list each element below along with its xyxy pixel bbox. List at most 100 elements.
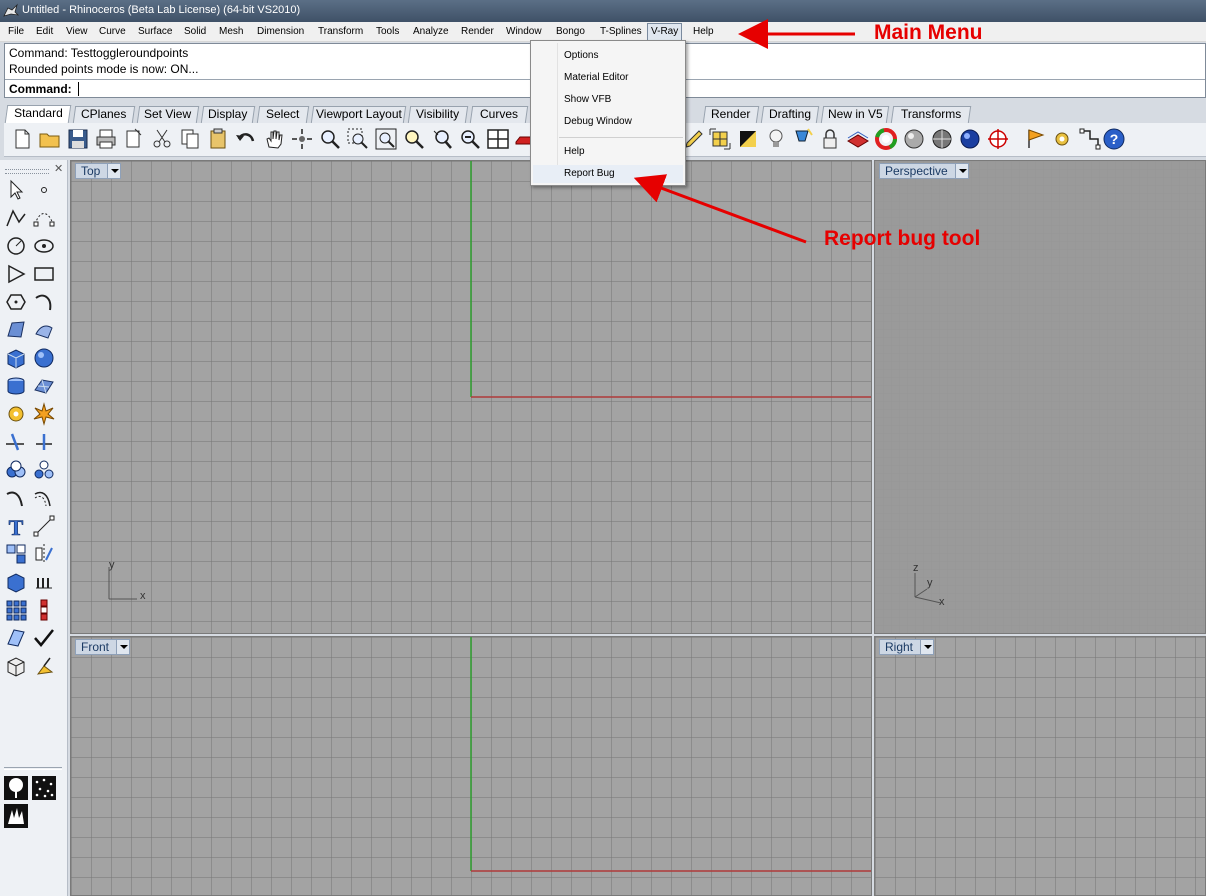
zoom-icon[interactable] xyxy=(318,127,342,151)
rectangle-icon[interactable] xyxy=(32,262,56,286)
block-icon[interactable] xyxy=(4,542,28,566)
ellipse-icon[interactable] xyxy=(32,234,56,258)
tab-drafting[interactable]: Drafting xyxy=(760,106,820,123)
point-icon[interactable] xyxy=(32,178,56,202)
mirror-icon[interactable] xyxy=(32,542,56,566)
new-file-icon[interactable] xyxy=(10,127,34,151)
menu-view[interactable]: View xyxy=(64,25,90,39)
pan-hand-icon[interactable] xyxy=(262,127,286,151)
settings-gear-icon[interactable] xyxy=(1050,127,1074,151)
tab-set-view[interactable]: Set View xyxy=(136,106,200,123)
tree-icon[interactable] xyxy=(4,776,28,800)
paste-icon[interactable] xyxy=(206,127,230,151)
shaded-sphere-icon[interactable] xyxy=(902,127,926,151)
zoom-out-icon[interactable] xyxy=(458,127,482,151)
hexagon-icon[interactable] xyxy=(4,290,28,314)
boolean-gear-icon[interactable] xyxy=(4,402,28,426)
solid-box-icon[interactable] xyxy=(4,570,28,594)
tab-new-in-v5[interactable]: New in V5 xyxy=(820,106,890,123)
menu-file[interactable]: File xyxy=(6,25,26,39)
viewport-right[interactable]: Right xyxy=(874,636,1206,896)
properties-icon[interactable] xyxy=(122,127,146,151)
tab-transforms[interactable]: Transforms xyxy=(890,106,972,123)
control-point-curve-icon[interactable] xyxy=(32,206,56,230)
menu-analyze[interactable]: Analyze xyxy=(411,25,451,39)
menu-dimension[interactable]: Dimension xyxy=(255,25,306,39)
layer-icon[interactable] xyxy=(846,127,870,151)
rotate-view-icon[interactable] xyxy=(290,127,314,151)
flag-icon[interactable] xyxy=(1024,127,1048,151)
fillet-icon[interactable] xyxy=(4,486,28,510)
explode-icon[interactable] xyxy=(32,402,56,426)
analysis-icon[interactable] xyxy=(4,626,28,650)
array-polar-icon[interactable] xyxy=(32,598,56,622)
tab-visibility[interactable]: Visibility xyxy=(407,106,469,123)
menu-solid[interactable]: Solid xyxy=(182,25,208,39)
zoom-extents-icon[interactable] xyxy=(374,127,398,151)
arc-icon[interactable] xyxy=(32,290,56,314)
polyline-icon[interactable] xyxy=(4,206,28,230)
zoom-selected-icon[interactable] xyxy=(402,127,426,151)
tab-select[interactable]: Select xyxy=(256,106,310,123)
select-points-icon[interactable] xyxy=(1078,127,1102,151)
dimension-icon[interactable] xyxy=(32,514,56,538)
tab-curves[interactable]: Curves xyxy=(469,106,529,123)
blue-sphere-icon[interactable] xyxy=(958,127,982,151)
help-question-icon[interactable]: ? xyxy=(1102,127,1126,151)
color-wheel-icon[interactable] xyxy=(874,127,898,151)
save-icon[interactable] xyxy=(66,127,90,151)
menu-window[interactable]: Window xyxy=(504,25,544,39)
menu-bongo[interactable]: Bongo xyxy=(554,25,587,39)
wireframe-box-icon[interactable] xyxy=(4,654,28,678)
lock-icon[interactable] xyxy=(818,127,842,151)
rendered-sphere-icon[interactable] xyxy=(930,127,954,151)
four-viewports-icon[interactable] xyxy=(486,127,510,151)
menu-mesh[interactable]: Mesh xyxy=(217,25,245,39)
undo-icon[interactable] xyxy=(234,127,258,151)
offset-curve-icon[interactable] xyxy=(32,486,56,510)
spotlight-icon[interactable] xyxy=(790,127,814,151)
command-input[interactable] xyxy=(73,81,473,97)
mesh-plane-icon[interactable] xyxy=(32,374,56,398)
open-folder-icon[interactable] xyxy=(38,127,62,151)
viewport-top[interactable]: Top y x xyxy=(70,160,872,634)
menu-tools[interactable]: Tools xyxy=(374,25,401,39)
close-icon[interactable]: ✕ xyxy=(54,162,63,175)
menu-item-help[interactable]: Help xyxy=(564,146,585,157)
menu-surface[interactable]: Surface xyxy=(136,25,174,39)
viewport-label-right[interactable]: Right xyxy=(879,639,935,655)
check-icon[interactable] xyxy=(32,626,56,650)
tab-render[interactable]: Render xyxy=(702,106,760,123)
menu-v-ray[interactable]: V-Ray xyxy=(647,23,683,41)
surface-from-points-icon[interactable] xyxy=(4,318,28,342)
light-bulb-icon[interactable] xyxy=(764,127,788,151)
viewport-front[interactable]: Front xyxy=(70,636,872,896)
render-lamp-icon[interactable] xyxy=(32,654,56,678)
cut-icon[interactable] xyxy=(150,127,174,151)
menu-t-splines[interactable]: T-Splines xyxy=(598,25,644,39)
undo-view-icon[interactable] xyxy=(430,127,454,151)
menu-curve[interactable]: Curve xyxy=(97,25,128,39)
menu-render[interactable]: Render xyxy=(459,25,496,39)
copy-icon[interactable] xyxy=(178,127,202,151)
tab-standard[interactable]: Standard xyxy=(4,105,72,123)
cylinder-icon[interactable] xyxy=(4,374,28,398)
select-arrow-icon[interactable] xyxy=(4,178,28,202)
sphere-icon[interactable] xyxy=(32,346,56,370)
menu-edit[interactable]: Edit xyxy=(34,25,55,39)
array-grid-icon[interactable] xyxy=(4,598,28,622)
text-object-icon[interactable]: T xyxy=(4,514,28,538)
split-icon[interactable] xyxy=(32,430,56,454)
grass-icon[interactable] xyxy=(4,804,28,828)
menu-item-options[interactable]: Options xyxy=(564,50,598,61)
menu-item-show-vfb[interactable]: Show VFB xyxy=(564,94,611,105)
texture-map-icon[interactable] xyxy=(708,127,732,151)
menu-item-report-bug[interactable]: Report Bug xyxy=(564,168,615,179)
trim-icon[interactable] xyxy=(4,430,28,454)
menu-help[interactable]: Help xyxy=(691,25,716,39)
circle-icon[interactable] xyxy=(4,234,28,258)
ungroup-icon[interactable] xyxy=(32,458,56,482)
print-icon[interactable] xyxy=(94,127,118,151)
menu-item-material-editor[interactable]: Material Editor xyxy=(564,72,628,83)
menu-transform[interactable]: Transform xyxy=(316,25,365,39)
